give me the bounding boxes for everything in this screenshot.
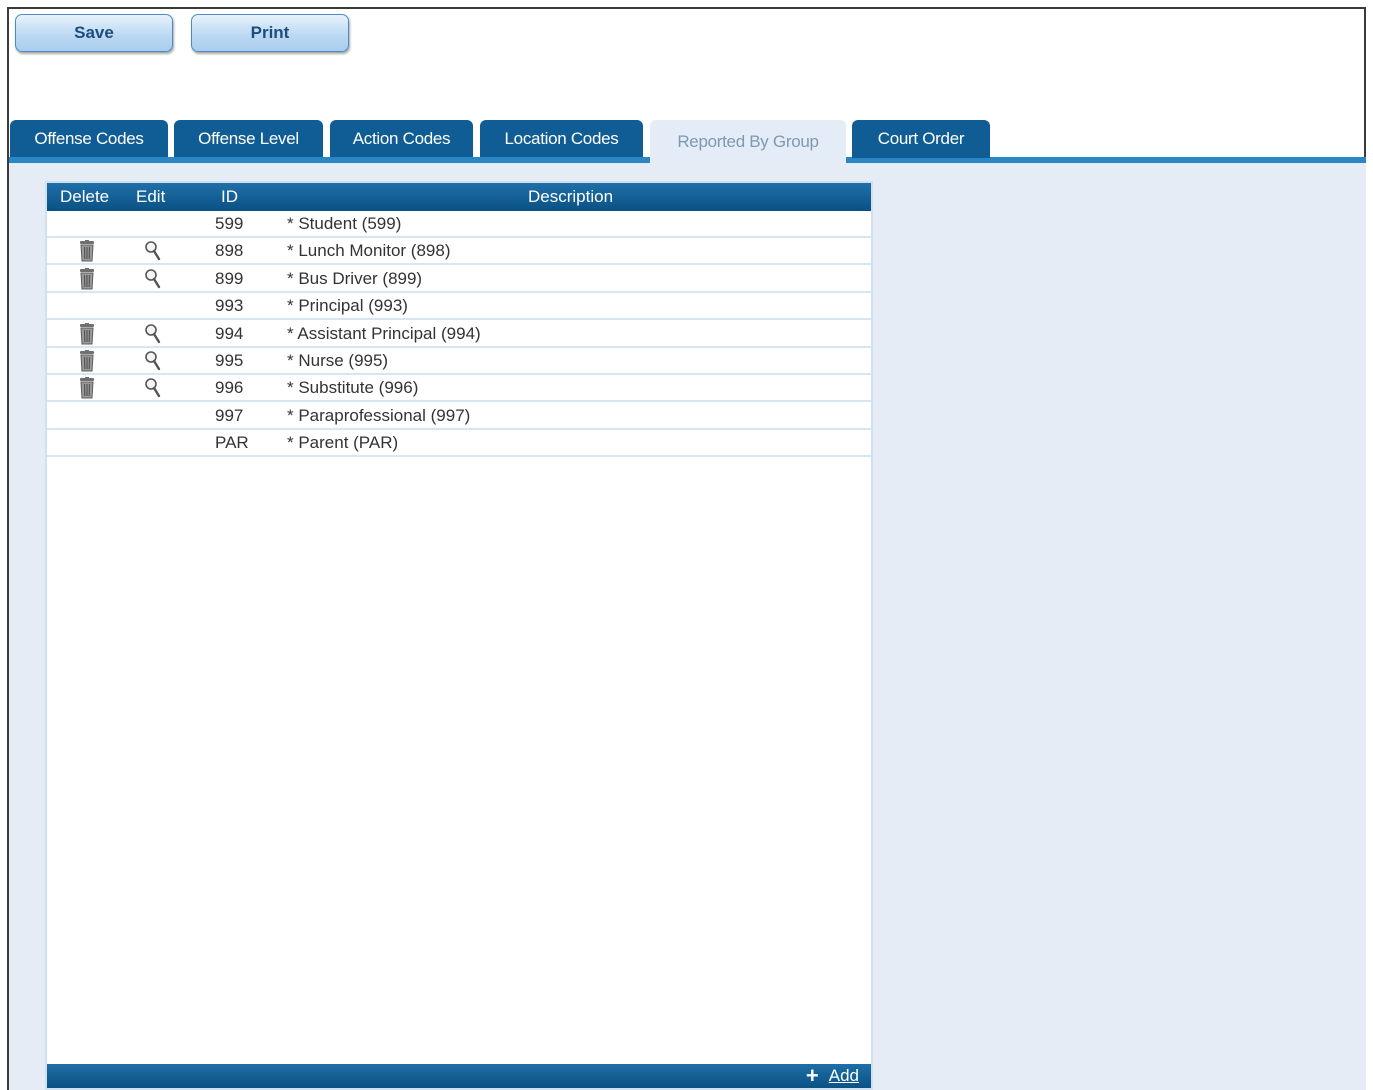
print-button[interactable]: Print — [191, 14, 349, 52]
magnifier-icon[interactable] — [144, 268, 162, 295]
row-description: * Student (599) — [287, 214, 402, 233]
row-description: * Lunch Monitor (898) — [287, 241, 451, 261]
row-description: * Paraprofessional (997) — [287, 405, 471, 425]
row-id: 996 — [215, 378, 244, 398]
add-link-label: Add — [828, 1066, 859, 1085]
row-id: 898 — [215, 241, 244, 261]
tab-offense-codes[interactable]: Offense Codes — [10, 120, 168, 158]
column-header-edit: Edit — [136, 187, 166, 206]
trash-icon[interactable] — [77, 350, 97, 377]
table-row: 996 * Substitute (996) — [47, 375, 871, 404]
trash-icon[interactable] — [77, 377, 97, 404]
column-header-delete: Delete — [60, 187, 110, 206]
save-button[interactable]: Save — [15, 14, 173, 52]
table-row: PAR * Parent (PAR) — [47, 430, 871, 458]
tab-location-codes[interactable]: Location Codes — [480, 120, 643, 158]
table-row: 599 * Student (599) — [47, 211, 871, 238]
row-description: * Bus Driver (899) — [287, 268, 423, 288]
tab-action-codes[interactable]: Action Codes — [330, 120, 473, 158]
table-row: 997 * Paraprofessional (997) — [47, 403, 871, 430]
row-id: 995 — [215, 351, 244, 370]
magnifier-icon[interactable] — [144, 350, 162, 377]
row-id: 994 — [215, 323, 244, 343]
row-description: * Principal (993) — [287, 296, 408, 316]
trash-icon[interactable] — [77, 267, 97, 295]
row-id: 899 — [215, 268, 244, 288]
row-description: * Substitute (996) — [287, 378, 419, 398]
row-description: * Nurse (995) — [287, 351, 389, 370]
table-row: 993 * Principal (993) — [47, 293, 871, 321]
tab-offense-level[interactable]: Offense Level — [174, 120, 323, 158]
table-row: 898 * Lunch Monitor (898) — [47, 238, 871, 267]
add-button[interactable]: + Add — [805, 1063, 859, 1088]
grid-header: Delete Edit ID Description — [47, 183, 871, 211]
row-id: 993 — [215, 296, 244, 316]
magnifier-icon[interactable] — [144, 240, 162, 267]
row-description: * Assistant Principal (994) — [287, 323, 481, 343]
reported-by-group-grid: Delete Edit ID Description 599 * Student … — [45, 181, 873, 1090]
table-row: 899 * Bus Driver (899) — [47, 266, 871, 293]
table-row: 994 * Assistant Principal (994) — [47, 321, 871, 348]
tab-reported-by-group[interactable]: Reported By Group — [650, 120, 846, 164]
row-description: * Parent (PAR) — [287, 433, 399, 453]
column-header-description: Description — [528, 187, 614, 206]
row-id: 997 — [215, 405, 244, 425]
magnifier-icon[interactable] — [144, 323, 162, 350]
trash-icon[interactable] — [77, 322, 97, 350]
magnifier-icon[interactable] — [144, 377, 162, 404]
column-header-id: ID — [221, 187, 238, 206]
trash-icon[interactable] — [77, 240, 97, 267]
tab-court-order[interactable]: Court Order — [852, 120, 990, 158]
row-id: 599 — [215, 214, 244, 233]
row-id: PAR — [215, 433, 249, 453]
table-row: 995 * Nurse (995) — [47, 348, 871, 375]
grid-footer: + Add — [47, 1064, 871, 1088]
plus-icon: + — [805, 1063, 819, 1088]
